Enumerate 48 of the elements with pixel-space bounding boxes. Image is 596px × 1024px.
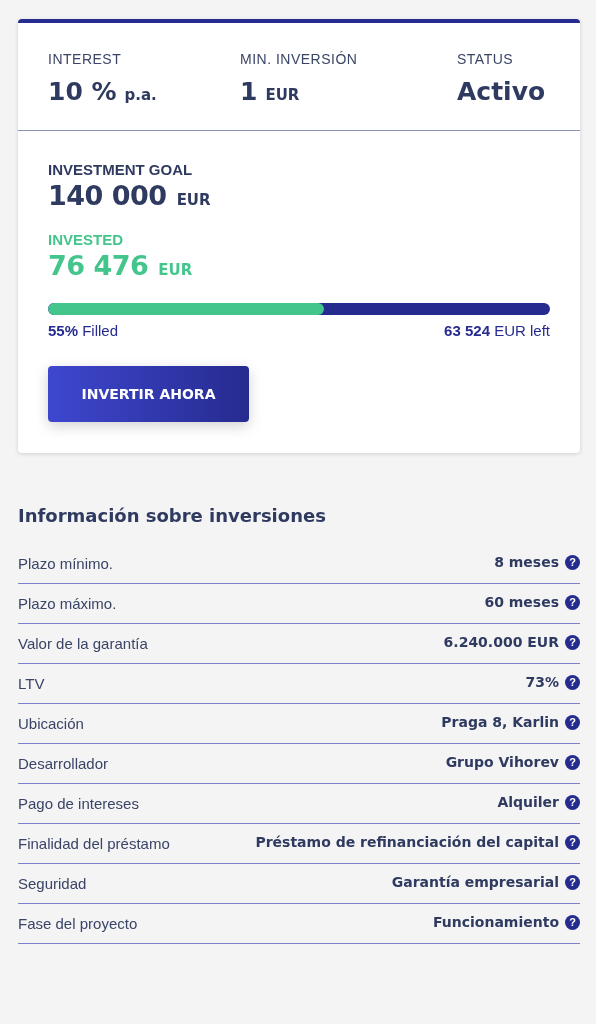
- row-value: 8 meses: [494, 554, 559, 570]
- row-value: Grupo Vihorev: [445, 754, 559, 770]
- goal-unit: EUR: [176, 191, 211, 209]
- invest-button[interactable]: INVERTIR AHORA: [48, 366, 249, 422]
- row-label: Pago de intereses: [18, 794, 139, 812]
- row-label: Plazo máximo.: [18, 594, 117, 612]
- help-icon[interactable]: ?: [565, 834, 580, 850]
- goal-label: INVESTMENT GOAL: [48, 161, 194, 178]
- row-label: Fase del proyecto: [18, 914, 138, 932]
- help-icon[interactable]: ?: [565, 754, 580, 770]
- row-label: Plazo mínimo.: [18, 554, 114, 572]
- row-value: Alquiler: [497, 794, 559, 810]
- stat-label: MIN. INVERSIÓN: [240, 51, 359, 67]
- row-value: Praga 8, Karlin: [441, 714, 559, 730]
- row-value: Préstamo de refinanciación del capital: [255, 834, 559, 850]
- row-label: Ubicación: [18, 714, 84, 732]
- stat-label: INTEREST: [48, 51, 123, 67]
- row-value: 60 meses: [484, 594, 559, 610]
- help-icon[interactable]: ?: [565, 794, 580, 810]
- stat-value: 10 %: [48, 77, 117, 106]
- stat-label: STATUS: [457, 51, 515, 67]
- row-value: 6.240.000 EUR: [443, 634, 559, 650]
- stat-unit: EUR: [265, 86, 300, 104]
- help-icon[interactable]: ?: [565, 874, 580, 890]
- help-icon[interactable]: ?: [565, 714, 580, 730]
- invested-amount: 76 476: [48, 250, 149, 281]
- help-icon[interactable]: ?: [565, 594, 580, 610]
- row-label: Valor de la garantía: [18, 634, 148, 652]
- row-value: 73%: [525, 674, 559, 690]
- section-title: Información sobre inversiones: [18, 505, 327, 526]
- filled-text: 55% Filled: [48, 322, 119, 339]
- invested-unit: EUR: [158, 261, 193, 279]
- help-icon[interactable]: ?: [565, 554, 580, 570]
- help-icon[interactable]: ?: [565, 634, 580, 650]
- row-label: Seguridad: [18, 874, 87, 892]
- goal-amount: 140 000: [48, 180, 167, 211]
- row-label: LTV: [18, 674, 45, 692]
- row-value: Garantía empresarial: [391, 874, 559, 890]
- row-label: Desarrollador: [18, 754, 109, 772]
- help-icon[interactable]: ?: [565, 914, 580, 930]
- stat-value: 1: [240, 77, 258, 106]
- invested-label: INVESTED: [48, 231, 124, 248]
- row-label: Finalidad del préstamo: [18, 834, 170, 852]
- remaining-text: 63 524 EUR left: [444, 322, 550, 339]
- stat-unit: p.a.: [124, 86, 157, 104]
- row-value: Funcionamiento: [432, 914, 559, 930]
- stat-value: Activo: [457, 77, 546, 106]
- help-icon[interactable]: ?: [565, 674, 580, 690]
